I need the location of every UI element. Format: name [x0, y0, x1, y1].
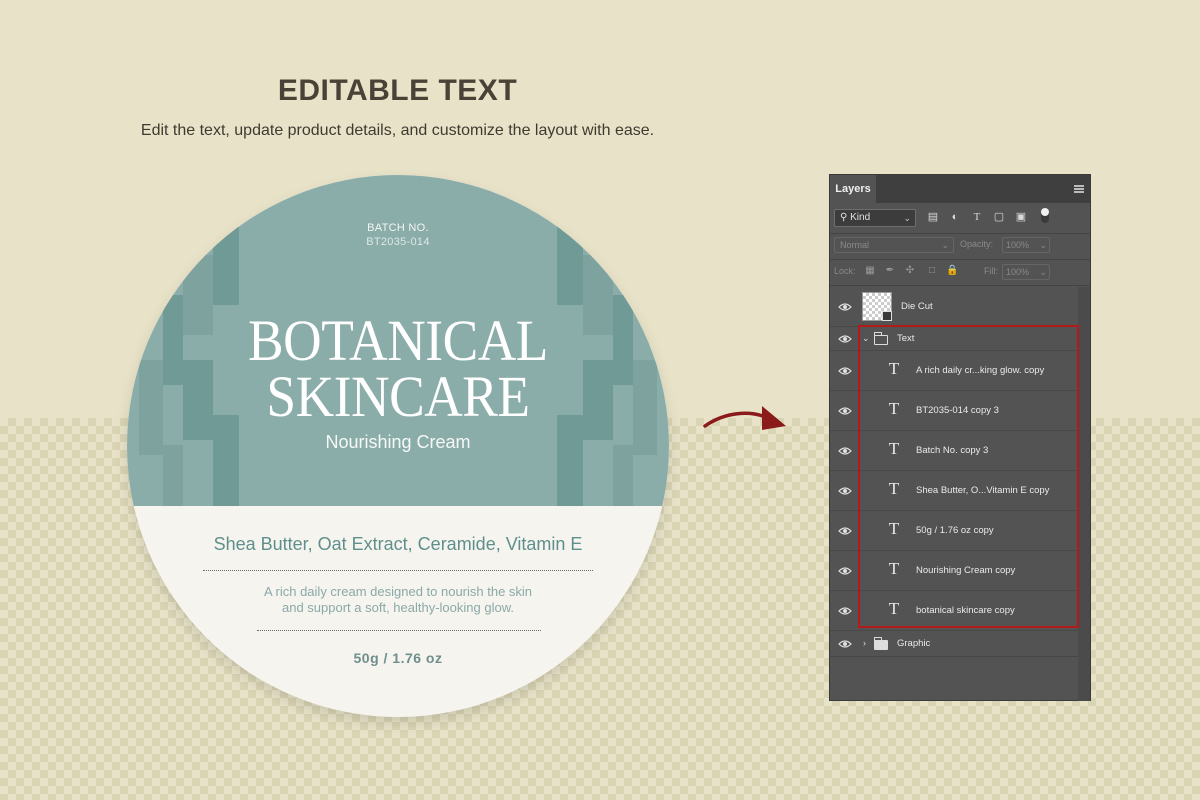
- divider: [830, 259, 1090, 260]
- blend-row: Normal ⌄ Opacity: 100% ⌄: [834, 237, 1086, 255]
- stripe-decoration: [557, 415, 583, 506]
- lock-label: Lock:: [834, 266, 856, 276]
- opacity-input[interactable]: 100% ⌄: [1002, 237, 1050, 253]
- layer-name: Graphic: [897, 638, 931, 649]
- layer-die-cut[interactable]: Die Cut: [830, 287, 1078, 327]
- text-layers-highlight-box: [858, 325, 1079, 628]
- batch-code: BT2035-014: [366, 236, 430, 248]
- fill-input[interactable]: 100% ⌄: [1002, 264, 1050, 280]
- eye-visibility-icon[interactable]: [838, 406, 852, 416]
- search-icon: ⚲: [840, 212, 848, 223]
- filter-toggle[interactable]: [1041, 208, 1049, 223]
- lock-transparent-pixels-icon[interactable]: ▦: [864, 265, 876, 277]
- ingredients-text: Shea Butter, Oat Extract, Ceramide, Vita…: [213, 534, 583, 554]
- eye-visibility-icon[interactable]: [838, 446, 852, 456]
- image-filter-icon[interactable]: ▤: [926, 210, 940, 224]
- fill-label: Fill:: [984, 266, 998, 276]
- lock-position-icon[interactable]: ✣: [904, 265, 916, 277]
- dotted-divider: [203, 570, 593, 571]
- label-top-band: BATCH NO. BT2035-014 BOTANICAL SKINCARE …: [127, 175, 669, 506]
- opacity-label: Opacity:: [960, 239, 994, 249]
- layer-name: Die Cut: [901, 301, 933, 312]
- layers-scrollbar[interactable]: [1078, 287, 1090, 701]
- eye-visibility-icon[interactable]: [838, 366, 852, 376]
- folder-icon: [873, 637, 888, 650]
- stripe-decoration: [163, 445, 183, 506]
- chevron-down-icon: ⌄: [1039, 267, 1047, 277]
- headline: EDITABLE TEXT: [277, 74, 518, 107]
- filter-row: ⚲ Kind ⌄ ▤ ◐ T ▢ ▣: [834, 208, 1086, 229]
- eye-visibility-icon[interactable]: [838, 526, 852, 536]
- panel-menu-icon[interactable]: [1074, 185, 1084, 193]
- chevron-right-icon[interactable]: ›: [863, 638, 866, 648]
- chevron-down-icon: ⌄: [903, 213, 911, 223]
- product-title: BOTANICAL SKINCARE: [149, 308, 648, 429]
- batch-label: BATCH NO.: [367, 222, 429, 234]
- blend-mode-value: Normal: [840, 240, 870, 250]
- fill-value: 100%: [1006, 267, 1030, 277]
- product-label-circle: BATCH NO. BT2035-014 BOTANICAL SKINCARE …: [127, 175, 669, 717]
- filter-kind-label: Kind: [850, 212, 871, 223]
- curved-arrow-icon: [703, 406, 786, 430]
- lock-row: Lock: ▦ ✒ ✣ □ 🔒 Fill: 100% ⌄: [834, 264, 1086, 282]
- eye-visibility-icon[interactable]: [838, 639, 852, 649]
- adjustment-filter-icon[interactable]: ◐: [948, 210, 962, 224]
- product-subtitle: Nourishing Cream: [325, 432, 471, 452]
- smart-object-filter-icon[interactable]: ▣: [1014, 210, 1028, 224]
- tab-layers[interactable]: Layers: [830, 175, 876, 203]
- lock-artboard-icon[interactable]: □: [926, 265, 938, 277]
- eye-visibility-icon[interactable]: [838, 302, 852, 312]
- type-filter-icon[interactable]: T: [970, 210, 984, 224]
- divider: [830, 285, 1090, 286]
- description-text: A rich daily cream designed to nourish t…: [127, 584, 669, 616]
- description-line-2: and support a soft, healthy-looking glow…: [282, 600, 514, 615]
- eye-visibility-icon[interactable]: [838, 486, 852, 496]
- eye-visibility-icon[interactable]: [838, 334, 852, 344]
- dotted-divider: [257, 630, 541, 631]
- stripe-decoration: [213, 415, 239, 506]
- filter-kind-select[interactable]: ⚲ Kind ⌄: [834, 209, 916, 227]
- subheadline: Edit the text, update product details, a…: [140, 122, 655, 139]
- net-weight: 50g / 1.76 oz: [353, 650, 443, 666]
- shape-filter-icon[interactable]: ▢: [992, 210, 1006, 224]
- shape-badge-icon: [882, 311, 892, 321]
- lock-image-pixels-icon[interactable]: ✒: [884, 265, 896, 277]
- title-line-1: BOTANICAL: [248, 308, 548, 373]
- title-line-2: SKINCARE: [266, 364, 530, 429]
- description-line-1: A rich daily cream designed to nourish t…: [263, 584, 533, 599]
- lock-all-icon[interactable]: 🔒: [946, 265, 958, 277]
- panel-tab-bar: Layers: [830, 175, 1090, 203]
- layer-group-graphic[interactable]: › Graphic: [830, 631, 1078, 657]
- chevron-down-icon: ⌄: [1039, 240, 1047, 250]
- eye-visibility-icon[interactable]: [838, 566, 852, 576]
- opacity-value: 100%: [1006, 240, 1030, 250]
- stripe-decoration: [613, 445, 633, 506]
- blend-mode-select[interactable]: Normal ⌄: [834, 237, 954, 253]
- eye-visibility-icon[interactable]: [838, 606, 852, 616]
- divider: [830, 233, 1090, 234]
- chevron-down-icon: ⌄: [941, 240, 949, 250]
